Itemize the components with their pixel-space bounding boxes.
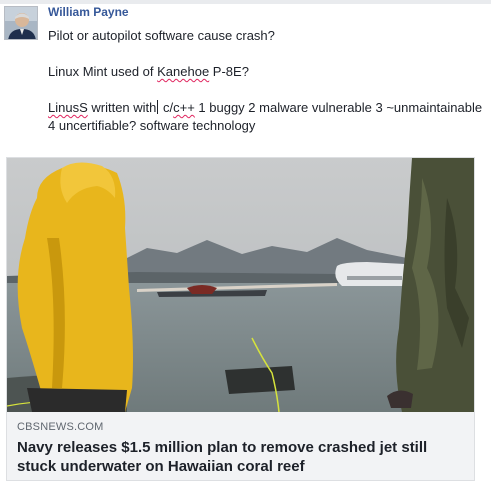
misspelled-word: LinusS	[48, 100, 88, 115]
post-line-3-text-b: written with	[87, 100, 157, 115]
post-line-2: Linux Mint used of Kanehoe P-8E?	[48, 63, 488, 81]
link-title[interactable]: Navy releases $1.5 million plan to remov…	[17, 438, 467, 476]
link-domain: CBSNEWS.COM	[17, 421, 104, 433]
post-line-1-text: Pilot or autopilot software cause crash?	[48, 28, 275, 43]
link-preview-card[interactable]: CBSNEWS.COM Navy releases $1.5 million p…	[6, 157, 475, 481]
link-preview-footer[interactable]: CBSNEWS.COM Navy releases $1.5 million p…	[7, 412, 474, 480]
top-divider	[0, 0, 491, 4]
post-line-2-text-c: P-8E?	[209, 64, 249, 79]
post-line-3-text-c: c/	[159, 100, 174, 115]
post-body: Pilot or autopilot software cause crash?…	[48, 27, 488, 153]
post-line-3: LinusS written with c/c++ 1 buggy 2 malw…	[48, 99, 488, 135]
profile-photo-icon	[5, 7, 37, 39]
misspelled-word: Kanehoe	[157, 64, 210, 79]
post-line-1: Pilot or autopilot software cause crash?	[48, 27, 488, 45]
news-photo-icon[interactable]	[7, 158, 474, 412]
misspelled-word: c++	[173, 100, 195, 115]
post-line-2-text-a: Linux Mint used of	[48, 64, 158, 79]
avatar[interactable]	[4, 6, 38, 40]
post-author-name[interactable]: William Payne	[48, 5, 129, 19]
